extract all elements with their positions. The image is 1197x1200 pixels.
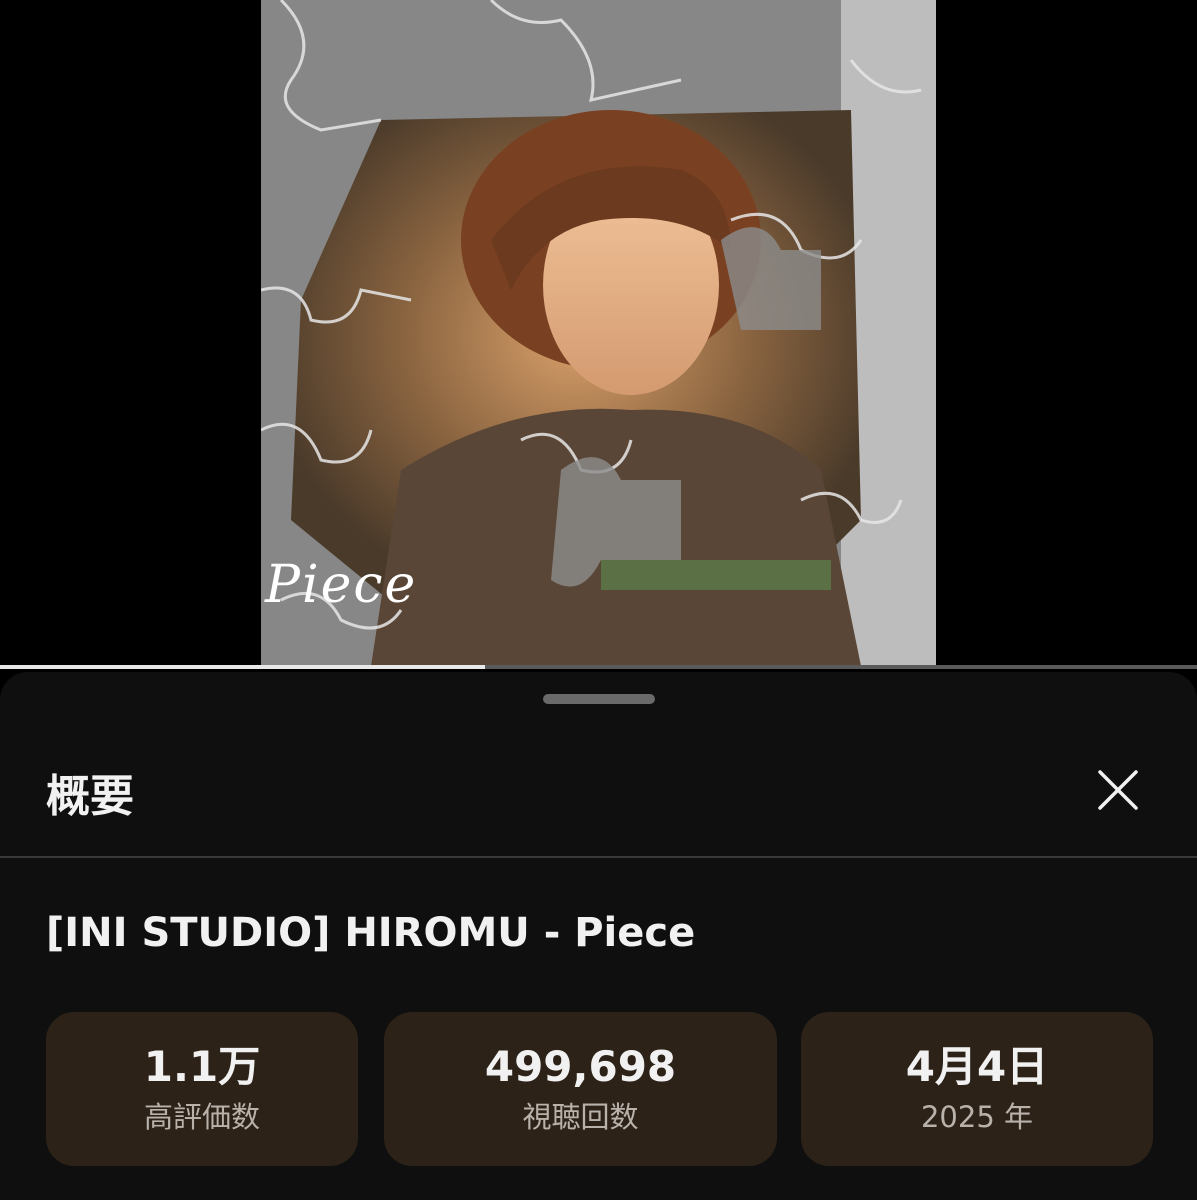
likes-stat: 1.1万 高評価数 bbox=[46, 1012, 358, 1166]
thumbnail-title-text: Piece bbox=[265, 555, 418, 615]
sheet-title: 概要 bbox=[46, 771, 134, 822]
upload-year: 2025 年 bbox=[920, 1100, 1034, 1134]
description-sheet: 概要 [INI STUDIO] HIROMU - Piece 1.1万 高評価数… bbox=[0, 672, 1197, 1200]
close-button[interactable] bbox=[1090, 762, 1146, 818]
views-stat: 499,698 視聴回数 bbox=[384, 1012, 777, 1166]
views-count: 499,698 bbox=[484, 1042, 677, 1091]
video-title: [INI STUDIO] HIROMU - Piece bbox=[46, 910, 696, 956]
sheet-divider bbox=[0, 856, 1197, 858]
upload-date-stat: 4月4日 2025 年 bbox=[801, 1012, 1153, 1166]
views-label: 視聴回数 bbox=[522, 1100, 639, 1134]
likes-count: 1.1万 bbox=[143, 1042, 261, 1091]
likes-label: 高評価数 bbox=[143, 1100, 260, 1134]
video-progress-fill bbox=[0, 665, 485, 669]
upload-date: 4月4日 bbox=[905, 1042, 1049, 1091]
video-progress-bar[interactable] bbox=[0, 665, 1197, 669]
sheet-drag-handle[interactable] bbox=[543, 694, 655, 704]
video-player[interactable]: Piece bbox=[0, 0, 1197, 669]
close-icon bbox=[1098, 770, 1138, 810]
